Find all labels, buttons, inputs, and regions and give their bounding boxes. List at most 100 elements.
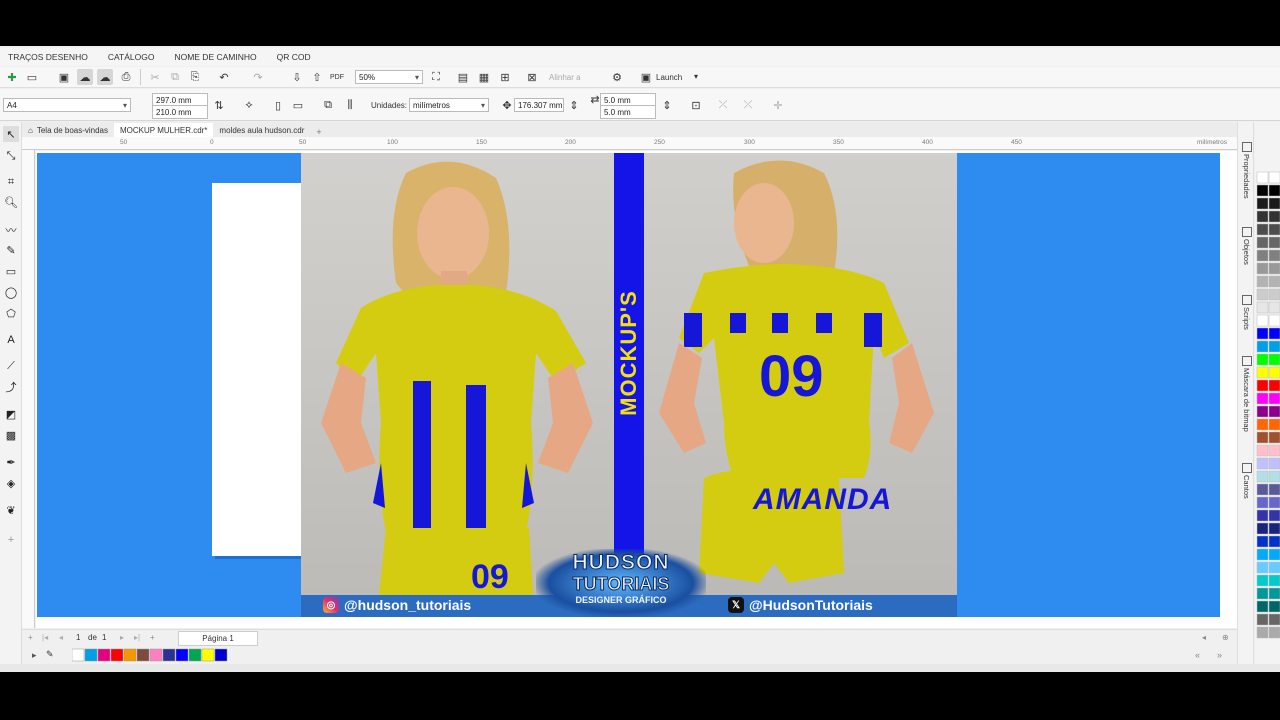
smart-fill-icon[interactable]: ❦: [3, 502, 19, 518]
palette-swatch[interactable]: [1268, 483, 1280, 496]
palette-swatch[interactable]: [1268, 613, 1280, 626]
last-page-icon[interactable]: ▸|: [134, 633, 140, 642]
document-swatch[interactable]: [162, 648, 176, 662]
page-tab-1[interactable]: Página 1: [178, 631, 258, 646]
menu-item-qr-cod[interactable]: QR COD: [277, 52, 311, 62]
zoom-tool-icon[interactable]: 🔍︎: [3, 194, 19, 210]
nudge-stepper-icon[interactable]: ⇕: [566, 97, 582, 113]
launch-icon[interactable]: ▣: [638, 69, 654, 85]
docker-tab-objects[interactable]: Objetos: [1238, 227, 1255, 265]
lock-ratio-icon[interactable]: ⇅: [211, 97, 227, 113]
palette-swatch[interactable]: [1268, 392, 1280, 405]
document-swatch[interactable]: [214, 648, 228, 662]
copy-icon[interactable]: ⧉: [167, 69, 183, 85]
palette-swatch[interactable]: [1268, 223, 1280, 236]
curve-tool-icon[interactable]: 〰: [3, 222, 19, 238]
snap-icon[interactable]: ⊠: [524, 69, 540, 85]
crop-tool-icon[interactable]: ⌗: [3, 174, 19, 190]
eyedropper-palette-icon[interactable]: ✎: [46, 649, 54, 660]
add-preset-icon[interactable]: ✛: [770, 97, 786, 113]
full-screen-icon[interactable]: ▤: [455, 69, 471, 85]
document-swatch[interactable]: [97, 648, 111, 662]
palette-swatch[interactable]: [1268, 197, 1280, 210]
transparency-tool-icon[interactable]: ▩: [3, 427, 19, 443]
paste-icon[interactable]: ⎘: [187, 69, 203, 85]
palette-swatch[interactable]: [1268, 418, 1280, 431]
palette-swatch[interactable]: [1268, 262, 1280, 275]
artistic-media-icon[interactable]: ✎: [3, 242, 19, 258]
palette-swatch[interactable]: [1256, 600, 1269, 613]
palette-swatch[interactable]: [1256, 353, 1269, 366]
palette-swatch[interactable]: [1256, 184, 1269, 197]
page-size-select[interactable]: A4: [3, 98, 131, 112]
all-pages-icon[interactable]: ⧉: [320, 97, 336, 113]
palette-swatch[interactable]: [1256, 522, 1269, 535]
bleed-icon[interactable]: ⊡: [688, 97, 704, 113]
document-swatch[interactable]: [136, 648, 150, 662]
page-settings-icon[interactable]: ⟡: [241, 97, 257, 113]
tab-moldes-aula[interactable]: moldes aula hudson.cdr: [213, 123, 310, 137]
palette-swatch[interactable]: [1256, 496, 1269, 509]
palette-swatch[interactable]: [1256, 418, 1269, 431]
palette-swatches[interactable]: [1255, 122, 1280, 670]
palette-swatch[interactable]: [1256, 197, 1269, 210]
palette-swatch[interactable]: [1268, 314, 1280, 327]
new-document-icon[interactable]: ✚: [4, 69, 20, 85]
palette-swatch[interactable]: [1268, 509, 1280, 522]
grid-icon[interactable]: ▦: [476, 69, 492, 85]
palette-swatch[interactable]: [1268, 327, 1280, 340]
palette-swatch[interactable]: [1268, 587, 1280, 600]
menu-item-tracos[interactable]: TRAÇOS DESENHO: [8, 52, 88, 62]
palette-swatch[interactable]: [1268, 496, 1280, 509]
drawing-canvas[interactable]: 09 MOCKUP'S 09 AMANDA ◎ @hudson_tutoriai…: [36, 151, 1237, 628]
undo-icon[interactable]: ↶: [216, 69, 232, 85]
rulers-icon[interactable]: ⊞: [497, 69, 513, 85]
ellipse-tool-icon[interactable]: ◯: [3, 284, 19, 300]
palette-swatch[interactable]: [1256, 288, 1269, 301]
palette-swatch[interactable]: [1268, 574, 1280, 587]
palette-swatch[interactable]: [1268, 431, 1280, 444]
page-height-input[interactable]: 210.0 mm: [152, 105, 208, 119]
palette-swatch[interactable]: [1268, 301, 1280, 314]
palette-swatch[interactable]: [1268, 405, 1280, 418]
shadow-tool-icon[interactable]: ◩: [3, 406, 19, 422]
mockup-image[interactable]: 09 MOCKUP'S 09 AMANDA ◎ @hudson_tutoriai…: [301, 153, 957, 617]
landscape-icon[interactable]: ▭: [290, 97, 306, 113]
palette-swatch[interactable]: [1256, 587, 1269, 600]
palette-swatch[interactable]: [1268, 535, 1280, 548]
save-icon[interactable]: ▣: [56, 69, 72, 85]
palette-swatch[interactable]: [1256, 366, 1269, 379]
docker-tab-bitmap-mask[interactable]: Máscara de bitmap: [1238, 356, 1255, 432]
palette-swatch[interactable]: [1268, 340, 1280, 353]
add-tool-icon[interactable]: +: [3, 532, 19, 548]
palette-swatch[interactable]: [1256, 548, 1269, 561]
palette-scroll-left-icon[interactable]: «: [1195, 650, 1200, 660]
palette-swatch[interactable]: [1256, 275, 1269, 288]
palette-swatch[interactable]: [1256, 301, 1269, 314]
eyedropper-icon[interactable]: ✒: [3, 454, 19, 470]
palette-swatch[interactable]: [1268, 379, 1280, 392]
connector-tool-icon[interactable]: ⤴: [3, 379, 19, 395]
edit-across-icon[interactable]: ⤫: [740, 97, 756, 113]
pick-tool-icon[interactable]: ↖: [3, 126, 19, 142]
shape-tool-icon[interactable]: ⤡: [3, 148, 19, 164]
options-gear-icon[interactable]: ⚙: [609, 69, 625, 85]
dup-stepper-icon[interactable]: ⇕: [659, 97, 675, 113]
palette-swatch[interactable]: [1268, 210, 1280, 223]
palette-swatch[interactable]: [1268, 626, 1280, 639]
align-to-label[interactable]: Alinhar a: [549, 73, 581, 82]
treat-as-filled-icon[interactable]: ⤫: [715, 97, 731, 113]
palette-swatch[interactable]: [1256, 535, 1269, 548]
palette-swatch[interactable]: [1256, 223, 1269, 236]
palette-swatch[interactable]: [1256, 327, 1269, 340]
document-swatch[interactable]: [201, 648, 215, 662]
palette-swatch[interactable]: [1268, 444, 1280, 457]
document-swatch[interactable]: [84, 648, 98, 662]
palette-swatch[interactable]: [1256, 340, 1269, 353]
palette-swatch[interactable]: [1256, 236, 1269, 249]
palette-menu-icon[interactable]: ▸: [32, 650, 37, 661]
page-current[interactable]: 1: [76, 633, 80, 642]
palette-swatch[interactable]: [1268, 184, 1280, 197]
document-swatch[interactable]: [72, 648, 85, 662]
palette-swatch[interactable]: [1256, 431, 1269, 444]
